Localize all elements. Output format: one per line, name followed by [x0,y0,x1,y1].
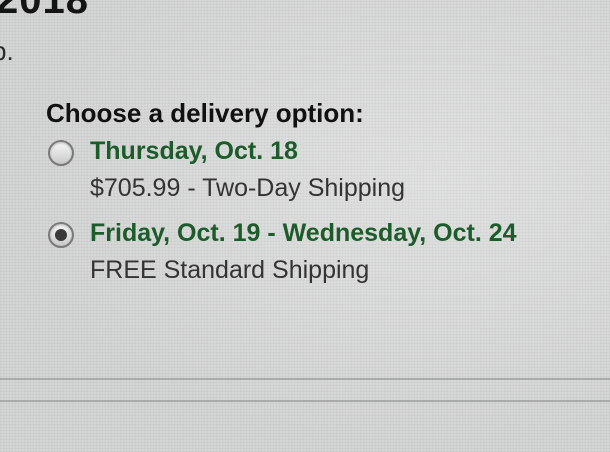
cut-off-year-text: 2018 [0,0,89,22]
delivery-option-radio-selected[interactable] [48,222,74,248]
section-divider [0,400,610,402]
cut-off-note-text: p. [0,36,14,66]
delivery-option-radio-unselected[interactable] [48,140,74,166]
delivery-date-label: Friday, Oct. 19 - Wednesday, Oct. 24 [90,219,517,247]
delivery-option-thursday[interactable]: Thursday, Oct. 18 $705.99 - Two-Day Ship… [46,134,517,208]
delivery-option-friday-wednesday[interactable]: Friday, Oct. 19 - Wednesday, Oct. 24 FRE… [46,216,517,290]
section-divider [0,378,610,380]
delivery-options-section: Choose a delivery option: Thursday, Oct.… [46,96,517,290]
delivery-date-label: Thursday, Oct. 18 [90,137,298,165]
shipping-price-label: $705.99 - Two-Day Shipping [90,174,406,202]
delivery-options-heading: Choose a delivery option: [46,98,364,128]
shipping-price-label: FREE Standard Shipping [90,256,370,284]
